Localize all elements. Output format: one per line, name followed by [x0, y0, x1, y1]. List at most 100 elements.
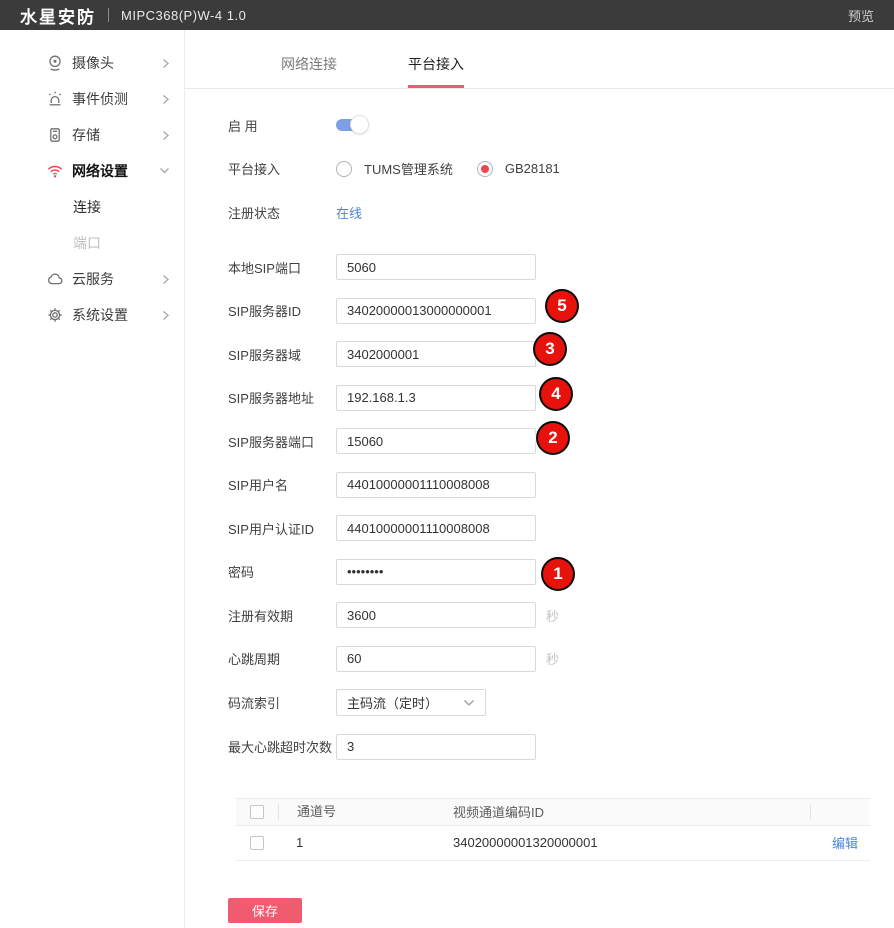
- form-row-enable: 启 用: [228, 112, 894, 138]
- form-row-heartbeat-period: 心跳周期 秒: [228, 646, 894, 672]
- field-label: SIP服务器域: [228, 345, 336, 364]
- annotation-badge-3: 3: [533, 332, 567, 366]
- cloud-icon: [46, 270, 64, 288]
- annotation-badge-5: 5: [545, 289, 579, 323]
- field-label: SIP服务器端口: [228, 432, 336, 451]
- sidebar-item-camera[interactable]: 摄像头: [0, 45, 184, 81]
- table-row: 1 34020000001320000001 编辑: [236, 826, 870, 861]
- brand-logo: 水星安防: [20, 3, 96, 28]
- radio-tums[interactable]: TUMS管理系统: [336, 159, 453, 178]
- local-sip-port-input[interactable]: [336, 254, 536, 280]
- edit-link[interactable]: 编辑: [832, 836, 858, 851]
- topbar-divider: [108, 8, 109, 22]
- radio-gb28181[interactable]: GB28181: [477, 161, 560, 177]
- annotation-badge-2: 2: [536, 421, 570, 455]
- form-row-local-sip-port: 本地SIP端口: [228, 254, 894, 280]
- stream-index-value: 主码流（定时）: [347, 693, 438, 712]
- register-validity-input[interactable]: [336, 602, 536, 628]
- sidebar-item-system-settings[interactable]: 系统设置: [0, 297, 184, 333]
- chevron-right-icon: [162, 130, 170, 141]
- field-label: 注册有效期: [228, 606, 336, 625]
- storage-icon: [46, 126, 64, 144]
- top-bar: 水星安防 MIPC368(P)W-4 1.0 预览: [0, 0, 894, 30]
- sip-auth-id-input[interactable]: [336, 515, 536, 541]
- field-label: SIP服务器地址: [228, 388, 336, 407]
- sidebar-subitem-label: 连接: [73, 197, 101, 217]
- gear-icon: [46, 306, 64, 324]
- toggle-knob: [350, 115, 369, 134]
- field-label: SIP用户名: [228, 475, 336, 494]
- field-label: 密码: [228, 562, 336, 581]
- field-label: 本地SIP端口: [228, 258, 336, 277]
- field-label: 心跳周期: [228, 649, 336, 668]
- preview-link[interactable]: 预览: [848, 6, 874, 25]
- sip-server-domain-input[interactable]: [336, 341, 536, 367]
- password-input[interactable]: [336, 559, 536, 585]
- col-header-action: [810, 804, 870, 820]
- field-label: SIP服务器ID: [228, 301, 336, 320]
- register-status-value: 在线: [336, 203, 362, 222]
- chevron-right-icon: [162, 310, 170, 321]
- form-row-sip-username: SIP用户名: [228, 472, 894, 498]
- form-row-sip-auth-id: SIP用户认证ID: [228, 515, 894, 541]
- cell-channel: 1: [278, 835, 453, 850]
- tab-network-connection[interactable]: 网络连接: [281, 54, 337, 88]
- stream-index-select[interactable]: 主码流（定时）: [336, 689, 486, 716]
- device-model: MIPC368(P)W-4 1.0: [121, 8, 246, 23]
- sip-username-input[interactable]: [336, 472, 536, 498]
- annotation-badge-1: 1: [541, 557, 575, 591]
- tab-bar: 网络连接 平台接入: [185, 30, 894, 89]
- form-row-register-status: 注册状态 在线: [228, 199, 894, 225]
- main-content: 网络连接 平台接入 启 用 平台接入 TUMS管理系统 GB28181: [185, 30, 894, 928]
- sip-server-id-input[interactable]: [336, 298, 536, 324]
- tab-platform-access[interactable]: 平台接入: [408, 54, 464, 88]
- sidebar-item-label: 云服务: [72, 269, 114, 289]
- select-all-checkbox[interactable]: [250, 805, 264, 819]
- radio-tums-label: TUMS管理系统: [364, 159, 453, 178]
- chevron-right-icon: [162, 274, 170, 285]
- radio-unchecked-icon: [336, 161, 352, 177]
- radio-dot: [481, 165, 489, 173]
- enable-toggle[interactable]: [336, 119, 366, 131]
- sidebar-item-event-detection[interactable]: 事件侦测: [0, 81, 184, 117]
- channel-table: 通道号 视频通道编码ID 1 34020000001320000001 编辑: [236, 798, 870, 861]
- table-header: 通道号 视频通道编码ID: [236, 798, 870, 826]
- wifi-icon: [46, 162, 64, 180]
- heartbeat-period-input[interactable]: [336, 646, 536, 672]
- col-header-encode-id: 视频通道编码ID: [453, 802, 810, 821]
- col-header-channel: 通道号: [278, 804, 453, 820]
- form-row-max-heartbeat-timeout: 最大心跳超时次数: [228, 734, 894, 760]
- sidebar-subitem-port[interactable]: 端口: [0, 225, 184, 261]
- platform-radio-group: TUMS管理系统 GB28181: [336, 159, 560, 178]
- sidebar-subitem-label: 端口: [73, 233, 101, 253]
- sidebar: 摄像头 事件侦测: [0, 30, 185, 928]
- camera-icon: [46, 54, 64, 72]
- chevron-right-icon: [162, 94, 170, 105]
- sidebar-item-label: 摄像头: [72, 53, 114, 73]
- sidebar-subitem-connection[interactable]: 连接: [0, 189, 184, 225]
- radio-gb28181-label: GB28181: [505, 161, 560, 176]
- row-checkbox[interactable]: [250, 836, 264, 850]
- sip-server-address-input[interactable]: [336, 385, 536, 411]
- sidebar-item-label: 系统设置: [72, 305, 128, 325]
- field-label: 最大心跳超时次数: [228, 737, 336, 756]
- max-heartbeat-timeout-input[interactable]: [336, 734, 536, 760]
- sidebar-item-network-settings[interactable]: 网络设置: [0, 153, 184, 189]
- cell-encode-id: 34020000001320000001: [453, 835, 810, 850]
- sidebar-item-label: 存储: [72, 125, 100, 145]
- platform-access-form: 启 用 平台接入 TUMS管理系统 GB28181 注册状态: [185, 89, 894, 760]
- sidebar-item-cloud-service[interactable]: 云服务: [0, 261, 184, 297]
- alarm-icon: [46, 90, 64, 108]
- chevron-right-icon: [162, 58, 170, 69]
- unit-seconds: 秒: [546, 649, 559, 668]
- form-row-register-validity: 注册有效期 秒: [228, 602, 894, 628]
- chevron-down-icon: [463, 699, 475, 707]
- form-row-stream-index: 码流索引 主码流（定时）: [228, 689, 894, 716]
- enable-label: 启 用: [228, 116, 336, 135]
- save-button[interactable]: 保存: [228, 898, 302, 923]
- chevron-down-icon: [159, 167, 170, 175]
- sip-server-port-input[interactable]: [336, 428, 536, 454]
- sidebar-item-storage[interactable]: 存储: [0, 117, 184, 153]
- unit-seconds: 秒: [546, 606, 559, 625]
- register-status-label: 注册状态: [228, 203, 336, 222]
